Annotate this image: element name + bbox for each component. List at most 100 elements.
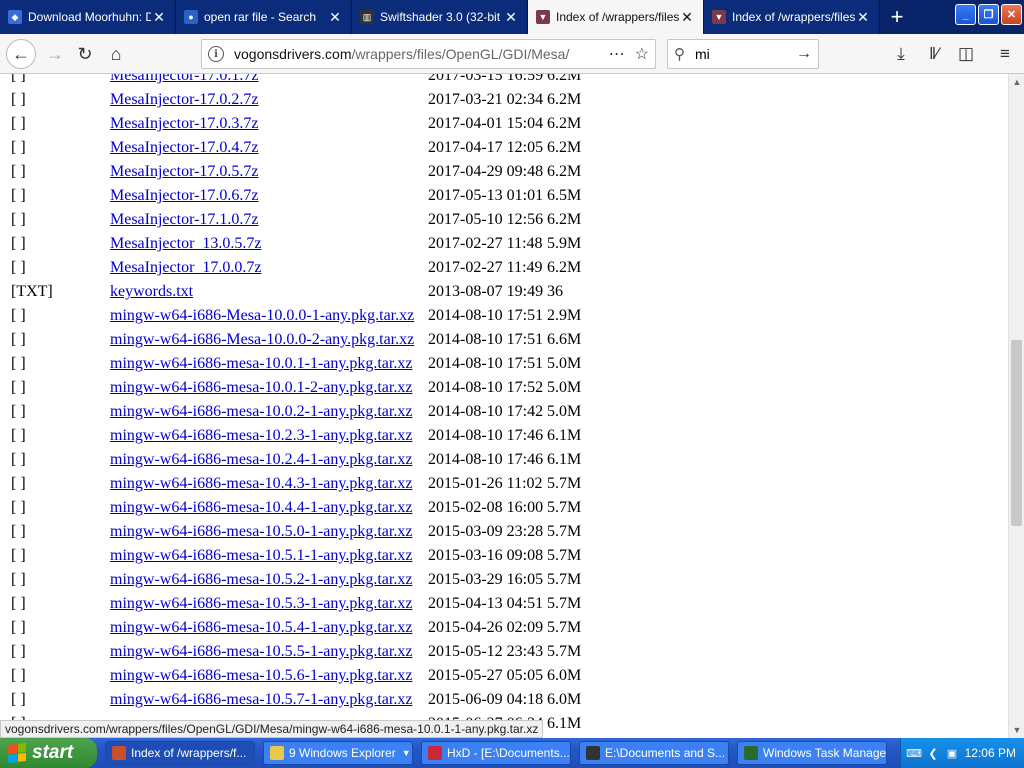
tab-close-icon[interactable]: ✕: [327, 9, 343, 25]
back-button[interactable]: ←: [6, 39, 36, 69]
file-date: 2017-04-01 15:04: [428, 115, 544, 132]
table-row: [ ] MesaInjector-17.0.5.7z 2017-04-29 09:4…: [0, 162, 1008, 186]
taskbar-task-1[interactable]: Index of /wrappers/f...: [105, 741, 255, 765]
file-link[interactable]: mingw-w64-i686-Mesa-10.0.0-1-any.pkg.tar…: [110, 307, 414, 325]
file-link[interactable]: MesaInjector-17.0.2.7z: [110, 91, 259, 109]
info-icon[interactable]: i: [208, 46, 224, 62]
file-link[interactable]: mingw-w64-i686-mesa-10.0.1-2-any.pkg.tar…: [110, 379, 412, 397]
tab-2[interactable]: ● open rar file - Search ✕: [176, 0, 352, 34]
monitor-icon[interactable]: ▣: [945, 746, 959, 760]
menu-button[interactable]: ≡: [990, 39, 1020, 69]
file-link[interactable]: MesaInjector-17.0.4.7z: [110, 139, 259, 157]
file-type-label: [ ]: [11, 115, 26, 132]
sidebar-button[interactable]: ◫: [951, 39, 981, 69]
file-date: 2015-01-26 11:02: [428, 475, 543, 492]
file-link[interactable]: mingw-w64-i686-mesa-10.5.0-1-any.pkg.tar…: [110, 523, 412, 541]
file-size: 6.5M: [547, 187, 582, 204]
file-link[interactable]: mingw-w64-i686-Mesa-10.0.0-2-any.pkg.tar…: [110, 331, 414, 349]
file-link[interactable]: mingw-w64-i686-mesa-10.5.4-1-any.pkg.tar…: [110, 619, 412, 637]
task-label: HxD - [E:\Documents...: [447, 746, 570, 760]
file-link[interactable]: mingw-w64-i686-mesa-10.5.3-1-any.pkg.tar…: [110, 595, 412, 613]
file-size: 36: [547, 283, 563, 300]
file-link[interactable]: MesaInjector-17.0.1.7z: [110, 74, 259, 85]
file-link[interactable]: mingw-w64-i686-mesa-10.2.3-1-any.pkg.tar…: [110, 427, 412, 445]
home-icon: ⌂: [110, 43, 122, 64]
table-row: [ ] mingw-w64-i686-Mesa-10.0.0-1-any.pkg.…: [0, 306, 1008, 330]
file-link[interactable]: mingw-w64-i686-mesa-10.0.1-1-any.pkg.tar…: [110, 355, 412, 373]
file-link[interactable]: mingw-w64-i686-mesa-10.5.6-1-any.pkg.tar…: [110, 667, 412, 685]
file-link[interactable]: mingw-w64-i686-mesa-10.5.5-1-any.pkg.tar…: [110, 643, 412, 661]
file-type-label: [ ]: [11, 139, 26, 156]
keyboard-icon[interactable]: ⌨: [906, 746, 922, 760]
home-button[interactable]: ⌂: [101, 39, 131, 69]
close-window-button[interactable]: ✕: [1001, 4, 1022, 25]
scroll-up-icon[interactable]: ▲: [1009, 74, 1024, 90]
search-bar[interactable]: ⚲ mi →: [667, 39, 819, 69]
tab-4[interactable]: ▼ Index of /wrappers/files ✕: [528, 0, 704, 34]
tab-close-icon[interactable]: ✕: [855, 9, 871, 25]
task-group-caret-icon[interactable]: ▼: [396, 748, 411, 758]
file-size: 6.2M: [547, 163, 582, 180]
table-row: [ ] MesaInjector-17.0.3.7z 2017-04-01 15:0…: [0, 114, 1008, 138]
scroll-thumb[interactable]: [1011, 340, 1022, 526]
file-link[interactable]: MesaInjector-17.0.5.7z: [110, 163, 259, 181]
reload-button[interactable]: ↻: [70, 39, 100, 69]
page-actions-icon[interactable]: ⋯: [609, 44, 625, 64]
vertical-scrollbar[interactable]: ▲ ▼: [1008, 74, 1024, 738]
url-bar[interactable]: i vogonsdrivers.com/wrappers/files/OpenG…: [201, 39, 656, 69]
downloads-button[interactable]: ⤓: [886, 39, 916, 69]
file-date: 2014-08-10 17:51: [428, 307, 544, 324]
table-row: [ ] mingw-w64-i686-Mesa-10.0.0-2-any.pkg.…: [0, 330, 1008, 354]
file-link[interactable]: mingw-w64-i686-mesa-10.4.4-1-any.pkg.tar…: [110, 499, 412, 517]
file-link[interactable]: MesaInjector_13.0.5.7z: [110, 235, 262, 253]
start-label: start: [32, 742, 74, 763]
file-date: 2014-08-10 17:52: [428, 379, 544, 396]
file-link[interactable]: MesaInjector-17.0.6.7z: [110, 187, 259, 205]
taskbar-task-4[interactable]: E:\Documents and S...: [579, 741, 729, 765]
file-type-label: [ ]: [11, 355, 26, 372]
table-row: [ ] mingw-w64-i686-mesa-10.4.3-1-any.pkg.…: [0, 474, 1008, 498]
search-go-icon[interactable]: →: [796, 45, 812, 63]
tab-close-icon[interactable]: ✕: [503, 9, 519, 25]
file-link[interactable]: mingw-w64-i686-mesa-10.5.1-1-any.pkg.tar…: [110, 547, 412, 565]
taskbar-task-3[interactable]: HxD - [E:\Documents...: [421, 741, 571, 765]
library-button[interactable]: ‖⁄: [919, 39, 949, 69]
file-type-label: [ ]: [11, 643, 26, 660]
file-type-label: [ ]: [11, 403, 26, 420]
forward-button[interactable]: →: [40, 39, 70, 69]
new-tab-button[interactable]: +: [880, 0, 914, 34]
search-input[interactable]: mi: [695, 46, 796, 62]
file-link[interactable]: mingw-w64-i686-mesa-10.0.2-1-any.pkg.tar…: [110, 403, 412, 421]
file-date: 2015-05-27 05:05: [428, 667, 544, 684]
task-label: 9 Windows Explorer: [289, 746, 396, 760]
file-size: 6.2M: [547, 74, 582, 84]
file-link[interactable]: mingw-w64-i686-mesa-10.4.3-1-any.pkg.tar…: [110, 475, 412, 493]
minimize-window-button[interactable]: _: [955, 4, 976, 25]
file-size: 6.1M: [547, 427, 582, 444]
maximize-window-button[interactable]: ❐: [978, 4, 999, 25]
file-link[interactable]: mingw-w64-i686-mesa-10.2.4-1-any.pkg.tar…: [110, 451, 412, 469]
file-link[interactable]: mingw-w64-i686-mesa-10.5.2-1-any.pkg.tar…: [110, 571, 412, 589]
tab-5[interactable]: ▼ Index of /wrappers/files ✕: [704, 0, 880, 34]
taskbar-task-2[interactable]: 9 Windows Explorer ▼: [263, 741, 413, 765]
tab-3[interactable]: ▥ Swiftshader 3.0 (32-bit ✕: [352, 0, 528, 34]
file-link[interactable]: MesaInjector-17.1.0.7z: [110, 211, 259, 229]
file-link[interactable]: keywords.txt: [110, 283, 193, 301]
file-link[interactable]: MesaInjector-17.0.3.7z: [110, 115, 259, 133]
tab-close-icon[interactable]: ✕: [679, 9, 695, 25]
file-link[interactable]: MesaInjector_17.0.0.7z: [110, 259, 262, 277]
tab-close-icon[interactable]: ✕: [151, 9, 167, 25]
tray-expand-icon[interactable]: ❮: [926, 746, 940, 760]
file-date: 2017-02-27 11:48: [428, 235, 543, 252]
file-size: 2.9M: [547, 307, 582, 324]
tab-1[interactable]: ◆ Download Moorhuhn: Di ✕: [0, 0, 176, 34]
taskbar-task-5[interactable]: Windows Task Manager: [737, 741, 887, 765]
table-row: [ ] mingw-w64-i686-mesa-10.5.2-1-any.pkg.…: [0, 570, 1008, 594]
task-app-icon: [428, 746, 442, 760]
scroll-down-icon[interactable]: ▼: [1009, 722, 1024, 738]
bookmark-star-icon[interactable]: ☆: [635, 44, 649, 64]
file-link[interactable]: mingw-w64-i686-mesa-10.5.7-1-any.pkg.tar…: [110, 691, 412, 709]
file-type-label: [ ]: [11, 235, 26, 252]
start-button[interactable]: start: [0, 738, 97, 768]
file-date: 2014-08-10 17:51: [428, 331, 544, 348]
